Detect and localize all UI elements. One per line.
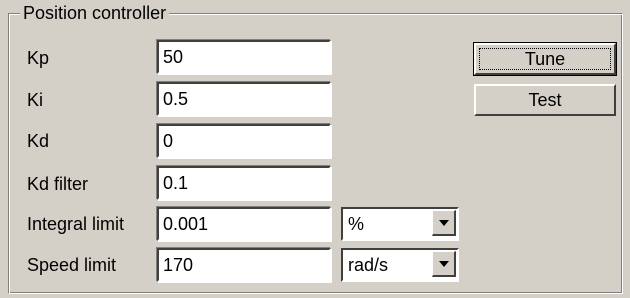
tune-button-label: Tune bbox=[524, 49, 566, 69]
tune-button[interactable]: Tune bbox=[473, 42, 617, 76]
kd-filter-input[interactable]: 0.1 bbox=[157, 166, 331, 200]
ki-input[interactable]: 0.5 bbox=[157, 82, 331, 116]
integral-limit-label: Integral limit bbox=[27, 214, 125, 234]
triangle-down-icon[interactable] bbox=[432, 210, 456, 236]
integral-limit-unit-value: % bbox=[348, 214, 365, 234]
kd-label: Kd bbox=[27, 131, 50, 151]
speed-limit-unit-select[interactable]: rad/s bbox=[341, 248, 459, 282]
integral-limit-unit-select[interactable]: % bbox=[341, 207, 459, 241]
group-title: Position controller bbox=[20, 2, 170, 24]
speed-limit-unit-value: rad/s bbox=[348, 255, 389, 275]
ki-label: Ki bbox=[27, 90, 44, 110]
kp-input[interactable]: 50 bbox=[157, 40, 331, 74]
test-button[interactable]: Test bbox=[474, 84, 616, 116]
test-button-label: Test bbox=[528, 90, 562, 110]
speed-limit-label: Speed limit bbox=[27, 255, 117, 275]
integral-limit-input[interactable]: 0.001 bbox=[157, 207, 331, 241]
speed-limit-input[interactable]: 170 bbox=[157, 248, 331, 282]
triangle-down-icon[interactable] bbox=[432, 251, 456, 277]
kp-label: Kp bbox=[27, 48, 50, 68]
kd-input[interactable]: 0 bbox=[157, 124, 331, 158]
kd-filter-label: Kd filter bbox=[27, 174, 89, 194]
